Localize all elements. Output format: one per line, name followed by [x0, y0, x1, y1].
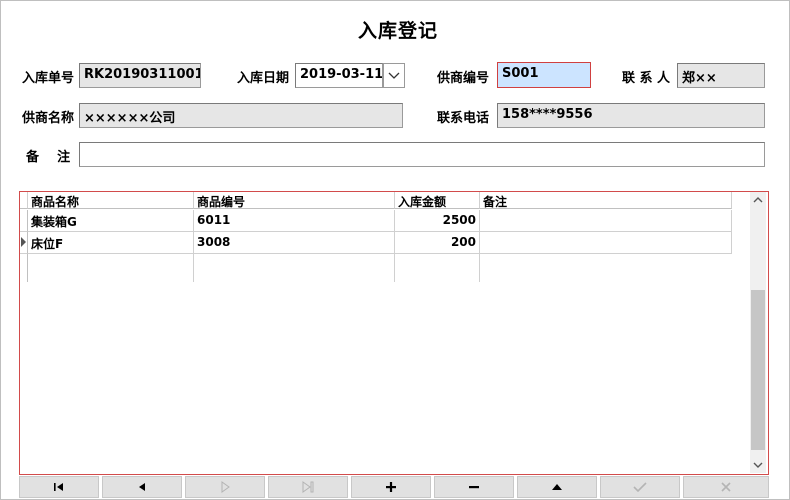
cross-icon [721, 482, 731, 492]
plus-icon [386, 482, 396, 492]
page-title: 入库登记 [357, 20, 438, 42]
table-cell-code[interactable]: 3008 [194, 232, 395, 254]
edit-record-button[interactable] [517, 476, 597, 498]
column-header-amount[interactable]: 入库金额 [395, 192, 480, 209]
row-header-new[interactable] [20, 254, 28, 282]
grid-corner [20, 192, 28, 209]
row-header-current[interactable] [20, 232, 28, 254]
date-label: 入库日期 [237, 71, 290, 86]
add-record-button[interactable] [351, 476, 431, 498]
table-cell-amount[interactable]: 200 [395, 232, 480, 254]
chevron-down-icon [388, 72, 400, 79]
prev-icon [139, 483, 145, 491]
table-cell-new[interactable] [395, 254, 480, 282]
date-field[interactable]: 2019-03-11 [295, 63, 383, 88]
data-grid[interactable]: 商品名称 商品编号 入库金额 备注 集装箱G 6011 2500 床位F 300… [19, 191, 769, 475]
first-icon [54, 483, 63, 491]
last-record-button[interactable] [268, 476, 348, 498]
scroll-down-icon[interactable] [750, 458, 766, 472]
check-icon [633, 482, 647, 493]
current-row-indicator-icon [21, 237, 26, 247]
next-icon [221, 481, 230, 493]
cancel-edit-button[interactable] [683, 476, 769, 498]
date-dropdown-button[interactable] [383, 63, 405, 88]
phone-label: 联系电话 [437, 111, 490, 126]
scrollbar-thumb[interactable] [751, 290, 765, 450]
table-cell-code[interactable]: 6011 [194, 210, 395, 232]
column-header-code[interactable]: 商品编号 [194, 192, 395, 209]
supplier-name-field[interactable]: ××××××公司 [79, 103, 403, 128]
table-cell-new[interactable] [480, 254, 732, 282]
table-cell-note[interactable] [480, 232, 732, 254]
table-cell-name[interactable]: 床位F [28, 232, 194, 254]
last-icon [302, 481, 314, 493]
row-header[interactable] [20, 210, 28, 232]
order-no-field[interactable]: RK20190311001 [79, 63, 201, 88]
supplier-code-label: 供商编号 [437, 71, 490, 86]
contact-field[interactable]: 郑×× [677, 63, 765, 88]
order-no-label: 入库单号 [22, 71, 75, 86]
vertical-scrollbar[interactable] [750, 192, 766, 473]
post-edit-button[interactable] [600, 476, 680, 498]
table-cell-name[interactable]: 集装箱G [28, 210, 194, 232]
supplier-code-field[interactable]: S001 [497, 62, 591, 88]
column-header-note[interactable]: 备注 [480, 192, 732, 209]
record-navigator [19, 476, 769, 498]
supplier-name-label: 供商名称 [22, 111, 75, 126]
table-cell-amount[interactable]: 2500 [395, 210, 480, 232]
delete-record-button[interactable] [434, 476, 514, 498]
table-cell-new[interactable] [194, 254, 395, 282]
remark-field[interactable] [79, 142, 765, 167]
table-cell-new[interactable] [28, 254, 194, 282]
prev-record-button[interactable] [102, 476, 182, 498]
column-header-name[interactable]: 商品名称 [28, 192, 194, 209]
remark-label: 备 注 [26, 150, 71, 165]
contact-label: 联 系 人 [622, 71, 671, 86]
up-icon [552, 484, 562, 490]
first-record-button[interactable] [19, 476, 99, 498]
table-cell-note[interactable] [480, 210, 732, 232]
next-record-button[interactable] [185, 476, 265, 498]
minus-icon [469, 486, 479, 489]
phone-field[interactable]: 158****9556 [497, 103, 765, 128]
scroll-up-icon[interactable] [750, 193, 766, 207]
